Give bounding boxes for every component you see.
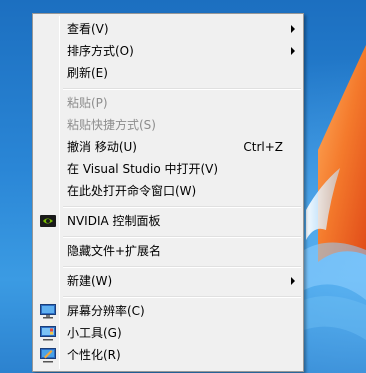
menu-item-undo-move[interactable]: 撤消 移动(U) Ctrl+Z (35, 136, 301, 158)
menu-item-refresh[interactable]: 刷新(E) (35, 62, 301, 84)
menu-item-view[interactable]: 查看(V) (35, 18, 301, 40)
menu-item-new[interactable]: 新建(W) (35, 270, 301, 292)
menu-separator (63, 296, 301, 298)
menu-item-label: 个性化(R) (67, 348, 121, 362)
menu-item-screen-resolution[interactable]: 屏幕分辨率(C) (35, 300, 301, 322)
menu-item-sort-by[interactable]: 排序方式(O) (35, 40, 301, 62)
menu-item-paste[interactable]: 粘贴(P) (35, 92, 301, 114)
submenu-arrow-icon (291, 277, 295, 285)
gadgets-icon (39, 324, 57, 342)
menu-item-label: 屏幕分辨率(C) (67, 304, 145, 318)
menu-separator (63, 266, 301, 268)
menu-item-label: 隐藏文件+扩展名 (67, 244, 162, 258)
menu-item-label: 在 Visual Studio 中打开(V) (67, 162, 219, 176)
menu-item-label: 刷新(E) (67, 66, 108, 80)
menu-item-label: 小工具(G) (67, 326, 122, 340)
menu-item-label: 撤消 移动(U) (67, 140, 137, 154)
menu-separator (63, 206, 301, 208)
menu-item-hide-files-extensions[interactable]: 隐藏文件+扩展名 (35, 240, 301, 262)
menu-item-paste-shortcut[interactable]: 粘贴快捷方式(S) (35, 114, 301, 136)
menu-separator (63, 88, 301, 90)
nvidia-icon (39, 212, 57, 230)
menu-item-label: 查看(V) (67, 22, 109, 36)
menu-item-open-command-window[interactable]: 在此处打开命令窗口(W) (35, 180, 301, 202)
menu-item-label: 粘贴快捷方式(S) (67, 118, 156, 132)
menu-item-shortcut: Ctrl+Z (243, 140, 283, 154)
menu-item-label: NVIDIA 控制面板 (67, 214, 161, 228)
menu-item-label: 在此处打开命令窗口(W) (67, 184, 197, 198)
submenu-arrow-icon (291, 47, 295, 55)
menu-item-gadgets[interactable]: 小工具(G) (35, 322, 301, 344)
menu-item-label: 新建(W) (67, 274, 113, 288)
menu-item-label: 排序方式(O) (67, 44, 134, 58)
menu-item-open-in-visual-studio[interactable]: 在 Visual Studio 中打开(V) (35, 158, 301, 180)
menu-item-nvidia-control-panel[interactable]: NVIDIA 控制面板 (35, 210, 301, 232)
submenu-arrow-icon (291, 25, 295, 33)
menu-item-personalize[interactable]: 个性化(R) (35, 344, 301, 366)
desktop-context-menu: 查看(V) 排序方式(O) 刷新(E) 粘贴(P) 粘贴快捷方式(S) 撤消 移… (32, 13, 304, 372)
personalize-icon (39, 346, 57, 364)
display-icon (39, 302, 57, 320)
menu-item-label: 粘贴(P) (67, 96, 108, 110)
menu-separator (63, 236, 301, 238)
